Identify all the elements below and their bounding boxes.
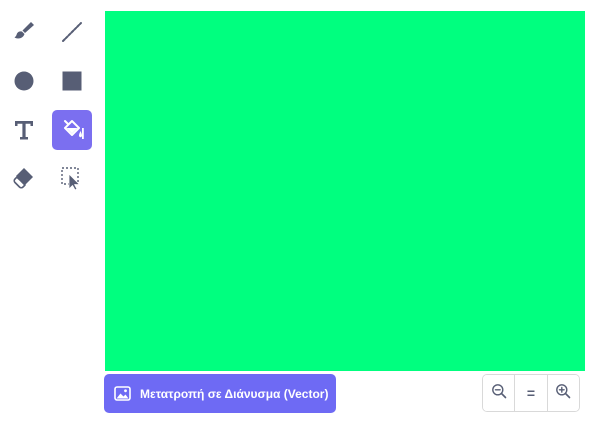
zoom-reset-button[interactable]: = [514,375,547,411]
eraser-tool-button[interactable] [4,158,44,198]
brush-tool-button[interactable] [4,12,44,52]
drawing-canvas[interactable] [105,11,585,371]
brush-icon [11,19,37,45]
line-icon [59,19,85,45]
zoom-in-button[interactable] [546,375,579,411]
image-icon [114,386,131,401]
circle-tool-button[interactable] [4,61,44,101]
rectangle-tool-button[interactable] [52,61,92,101]
zoom-controls: = [482,374,580,412]
text-icon [11,117,37,143]
zoom-out-button[interactable] [483,375,515,411]
paint-editor: Μετατροπή σε Διάνυσμα (Vector) = [0,0,604,421]
convert-to-vector-button[interactable]: Μετατροπή σε Διάνυσμα (Vector) [104,374,336,413]
fill-bucket-icon [59,117,85,143]
select-tool-button[interactable] [52,158,92,198]
fill-tool-button[interactable] [52,110,92,150]
text-tool-button[interactable] [4,110,44,150]
rectangle-icon [59,68,85,94]
eraser-icon [11,165,37,191]
zoom-reset-label: = [526,385,536,401]
zoom-in-icon [555,383,571,404]
circle-icon [11,68,37,94]
select-icon [59,165,85,191]
zoom-out-icon [491,383,507,404]
line-tool-button[interactable] [52,12,92,52]
convert-button-label: Μετατροπή σε Διάνυσμα (Vector) [140,386,329,401]
